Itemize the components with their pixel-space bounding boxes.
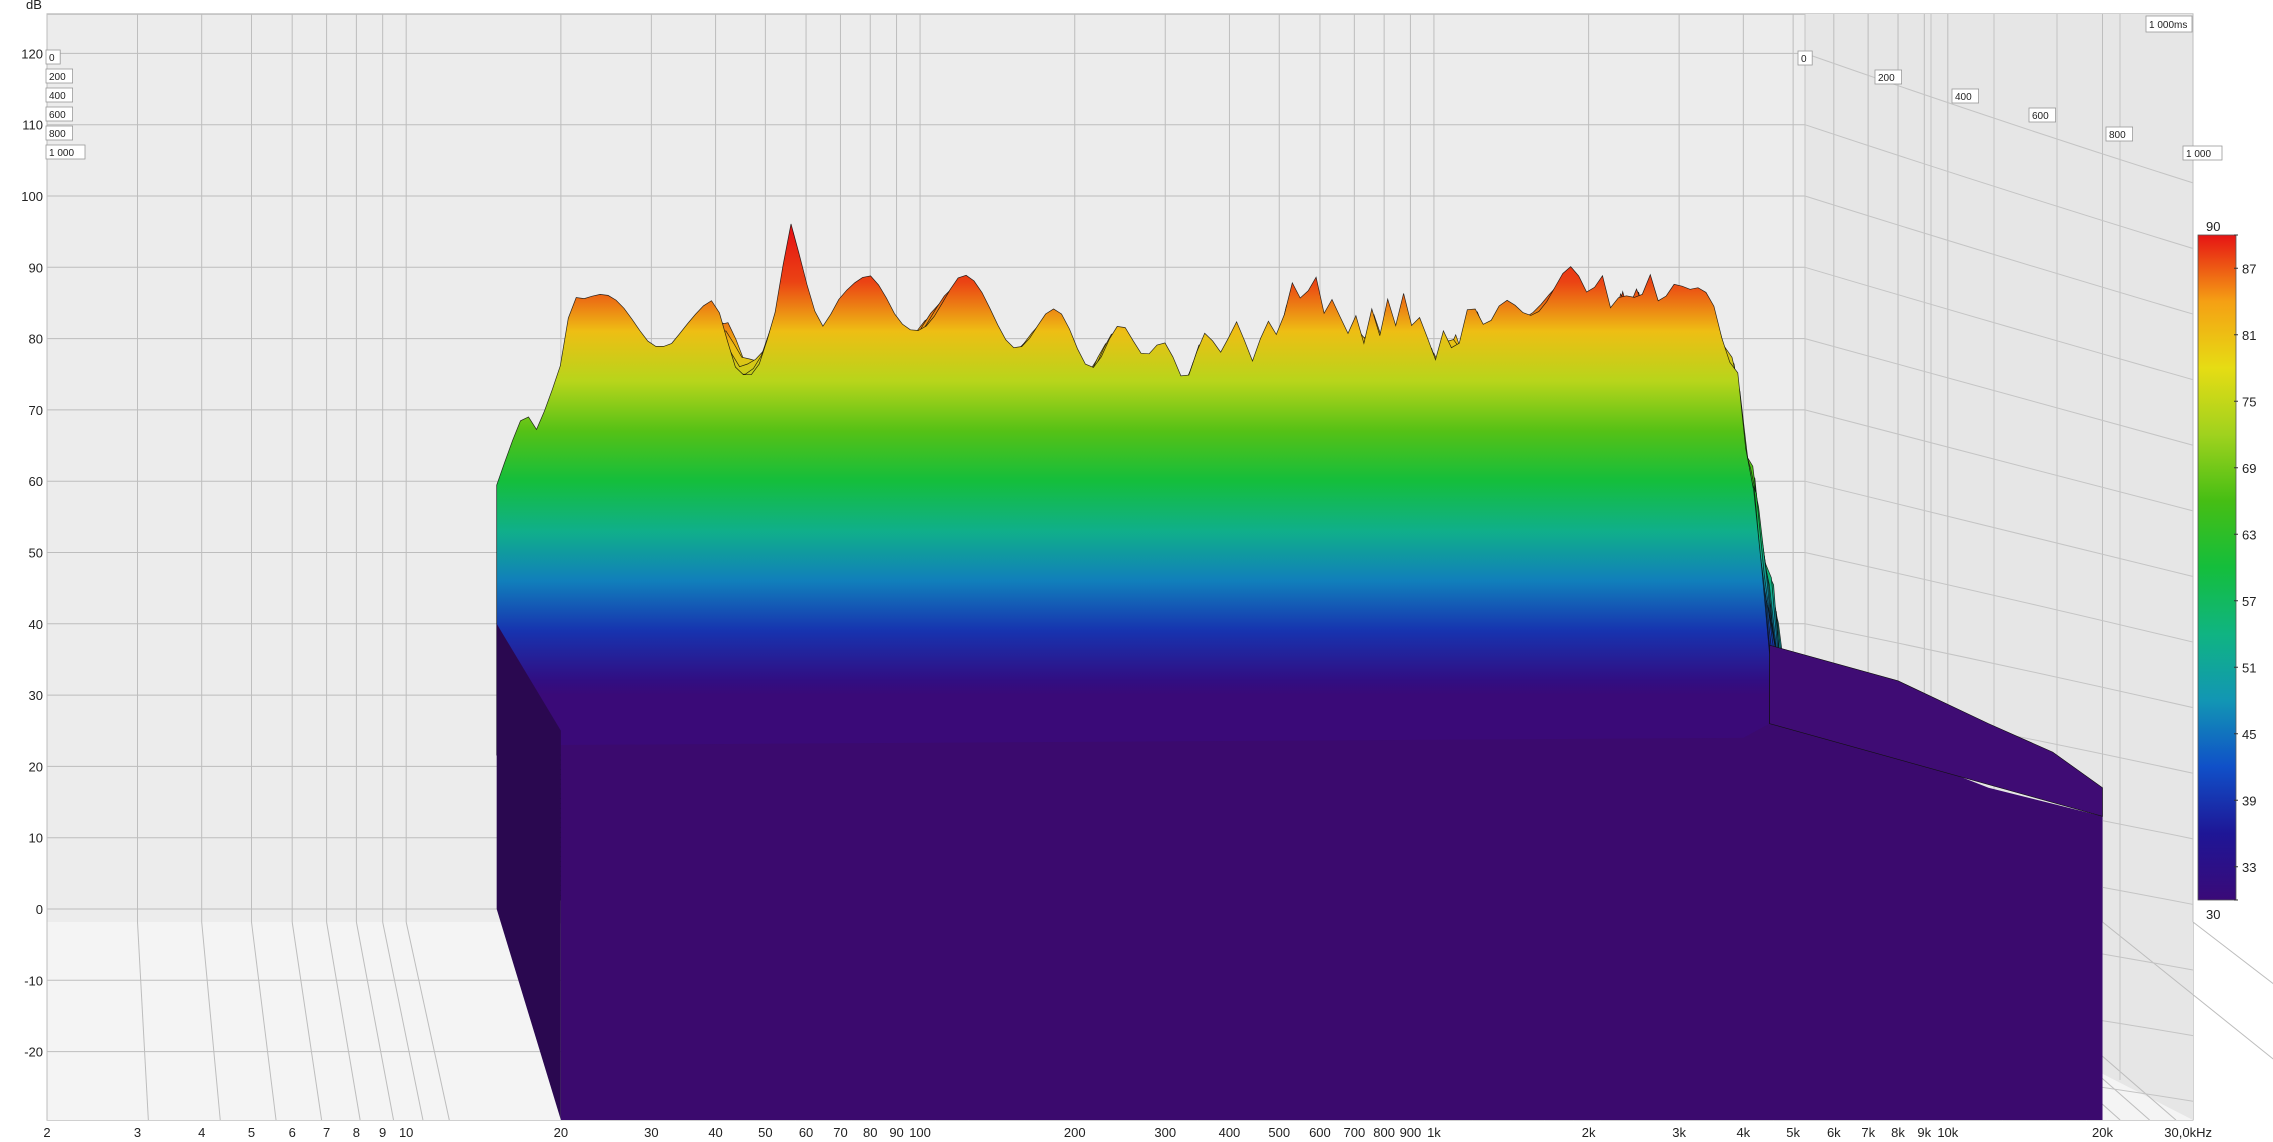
colorbar-tick-label: 90	[2206, 219, 2220, 234]
svg-text:200: 200	[1878, 73, 1895, 84]
svg-text:0: 0	[1801, 54, 1807, 65]
y-tick-label: 10	[29, 831, 43, 846]
x-tick-label: 4k	[1736, 1125, 1750, 1140]
x-tick-label: 900	[1400, 1125, 1422, 1140]
colorbar-tick-label: 51	[2242, 660, 2256, 675]
x-tick-label: 3	[134, 1125, 141, 1140]
colorbar-tick-label: 57	[2242, 594, 2256, 609]
time-max-label: 1 000ms	[2145, 15, 2193, 33]
x-tick-label: 6k	[1827, 1125, 1841, 1140]
x-tick-label: 500	[1268, 1125, 1290, 1140]
y-tick-label: 90	[29, 260, 43, 275]
time-tick-right: 200	[1874, 69, 1903, 85]
svg-text:1 000: 1 000	[2186, 149, 2211, 160]
time-tick-right: 600	[2028, 107, 2057, 123]
x-tick-label: 8	[353, 1125, 360, 1140]
colorbar-tick-label: 45	[2242, 727, 2256, 742]
time-tick-right: 800	[2105, 126, 2134, 142]
x-tick-label: 400	[1219, 1125, 1241, 1140]
time-tick-right: 1 000	[2182, 145, 2223, 161]
colorbar-tick-label: 75	[2242, 394, 2256, 409]
svg-text:0: 0	[49, 53, 55, 64]
y-tick-label: 80	[29, 332, 43, 347]
x-tick-label: 800	[1373, 1125, 1395, 1140]
waterfall-chart: 1201101009080706050403020100-10-20 23456…	[21, 0, 2273, 1140]
y-tick-label: 100	[21, 189, 43, 204]
y-tick-label: 120	[21, 46, 43, 61]
x-tick-label: 20	[554, 1125, 568, 1140]
x-tick-label: 40	[708, 1125, 722, 1140]
time-tick-right: 400	[1951, 88, 1980, 104]
colorbar-tick-label: 81	[2242, 328, 2256, 343]
x-tick-label: 3k	[1672, 1125, 1686, 1140]
x-tick-label: 10k	[1937, 1125, 1958, 1140]
y-tick-label: -10	[24, 973, 43, 988]
time-tick-left: 200	[45, 68, 74, 84]
svg-text:400: 400	[1955, 92, 1972, 103]
time-tick-left: 1 000	[45, 144, 86, 160]
y-tick-label: 0	[36, 902, 43, 917]
y-tick-label: 40	[29, 617, 43, 632]
x-tick-label: 90	[889, 1125, 903, 1140]
x-tick-label: 100	[909, 1125, 931, 1140]
colorbar-tick-label: 39	[2242, 793, 2256, 808]
x-tick-label: 10	[399, 1125, 413, 1140]
y-tick-label: 50	[29, 546, 43, 561]
y-axis-unit: dB	[26, 0, 42, 12]
svg-text:600: 600	[49, 110, 66, 121]
time-tick-left: 600	[45, 106, 74, 122]
y-tick-label: 30	[29, 688, 43, 703]
x-tick-label: 600	[1309, 1125, 1331, 1140]
x-tick-label: 50	[758, 1125, 772, 1140]
x-tick-label: 2k	[1582, 1125, 1596, 1140]
colorbar: 90 87 81 75 69 63 57 51 45 39 33 30	[2197, 219, 2256, 922]
time-tick-left: 800	[45, 125, 74, 141]
x-tick-label: 8k	[1891, 1125, 1905, 1140]
x-tick-label: 30	[644, 1125, 658, 1140]
y-axis-ticks: 1201101009080706050403020100-10-20	[21, 46, 43, 1059]
floor-grid-line	[2192, 921, 2273, 985]
svg-text:800: 800	[2109, 130, 2126, 141]
x-tick-label: 5	[248, 1125, 255, 1140]
y-tick-label: 110	[22, 118, 43, 133]
x-tick-label: 60	[799, 1125, 813, 1140]
x-tick-label: 70	[833, 1125, 847, 1140]
svg-text:400: 400	[49, 91, 66, 102]
colorbar-gradient	[2197, 234, 2237, 901]
svg-text:600: 600	[2032, 111, 2049, 122]
x-axis-ticks: 2 3 4 5 6 7 8 9 10 20 30 40 50 60 70 80 90 100 200 300 400 50…	[43, 1125, 2212, 1140]
y-tick-label: 60	[29, 474, 43, 489]
x-tick-label: 2	[43, 1125, 50, 1140]
svg-text:1 000ms: 1 000ms	[2149, 20, 2187, 31]
x-tick-label: 7	[323, 1125, 330, 1140]
colorbar-tick-label: 30	[2206, 907, 2220, 922]
x-tick-label: 5k	[1786, 1125, 1800, 1140]
x-tick-label: 200	[1064, 1125, 1086, 1140]
x-tick-label: 20k	[2092, 1125, 2113, 1140]
x-tick-label: 1k	[1427, 1125, 1441, 1140]
x-tick-label: 9	[379, 1125, 386, 1140]
x-tick-label: 30,0kHz	[2164, 1125, 2212, 1140]
x-tick-label: 300	[1154, 1125, 1176, 1140]
y-tick-label: 70	[29, 403, 43, 418]
x-tick-label: 9k	[1917, 1125, 1931, 1140]
x-tick-label: 80	[863, 1125, 877, 1140]
y-tick-label: -20	[24, 1045, 43, 1060]
y-tick-label: 20	[29, 759, 43, 774]
svg-text:200: 200	[49, 72, 66, 83]
colorbar-tick-label: 69	[2242, 461, 2256, 476]
x-tick-label: 7k	[1861, 1125, 1875, 1140]
colorbar-tick-label: 33	[2242, 860, 2256, 875]
colorbar-tick-label: 87	[2242, 261, 2256, 276]
time-tick-right: 0	[1797, 50, 1813, 66]
time-tick-left: 400	[45, 87, 74, 103]
x-tick-label: 4	[198, 1125, 205, 1140]
x-tick-label: 6	[289, 1125, 296, 1140]
colorbar-tick-label: 63	[2242, 527, 2256, 542]
svg-text:800: 800	[49, 129, 66, 140]
front-slab	[560, 723, 2103, 1120]
time-tick-left: 0	[45, 49, 61, 65]
svg-text:1 000: 1 000	[49, 148, 74, 159]
x-tick-label: 700	[1343, 1125, 1365, 1140]
